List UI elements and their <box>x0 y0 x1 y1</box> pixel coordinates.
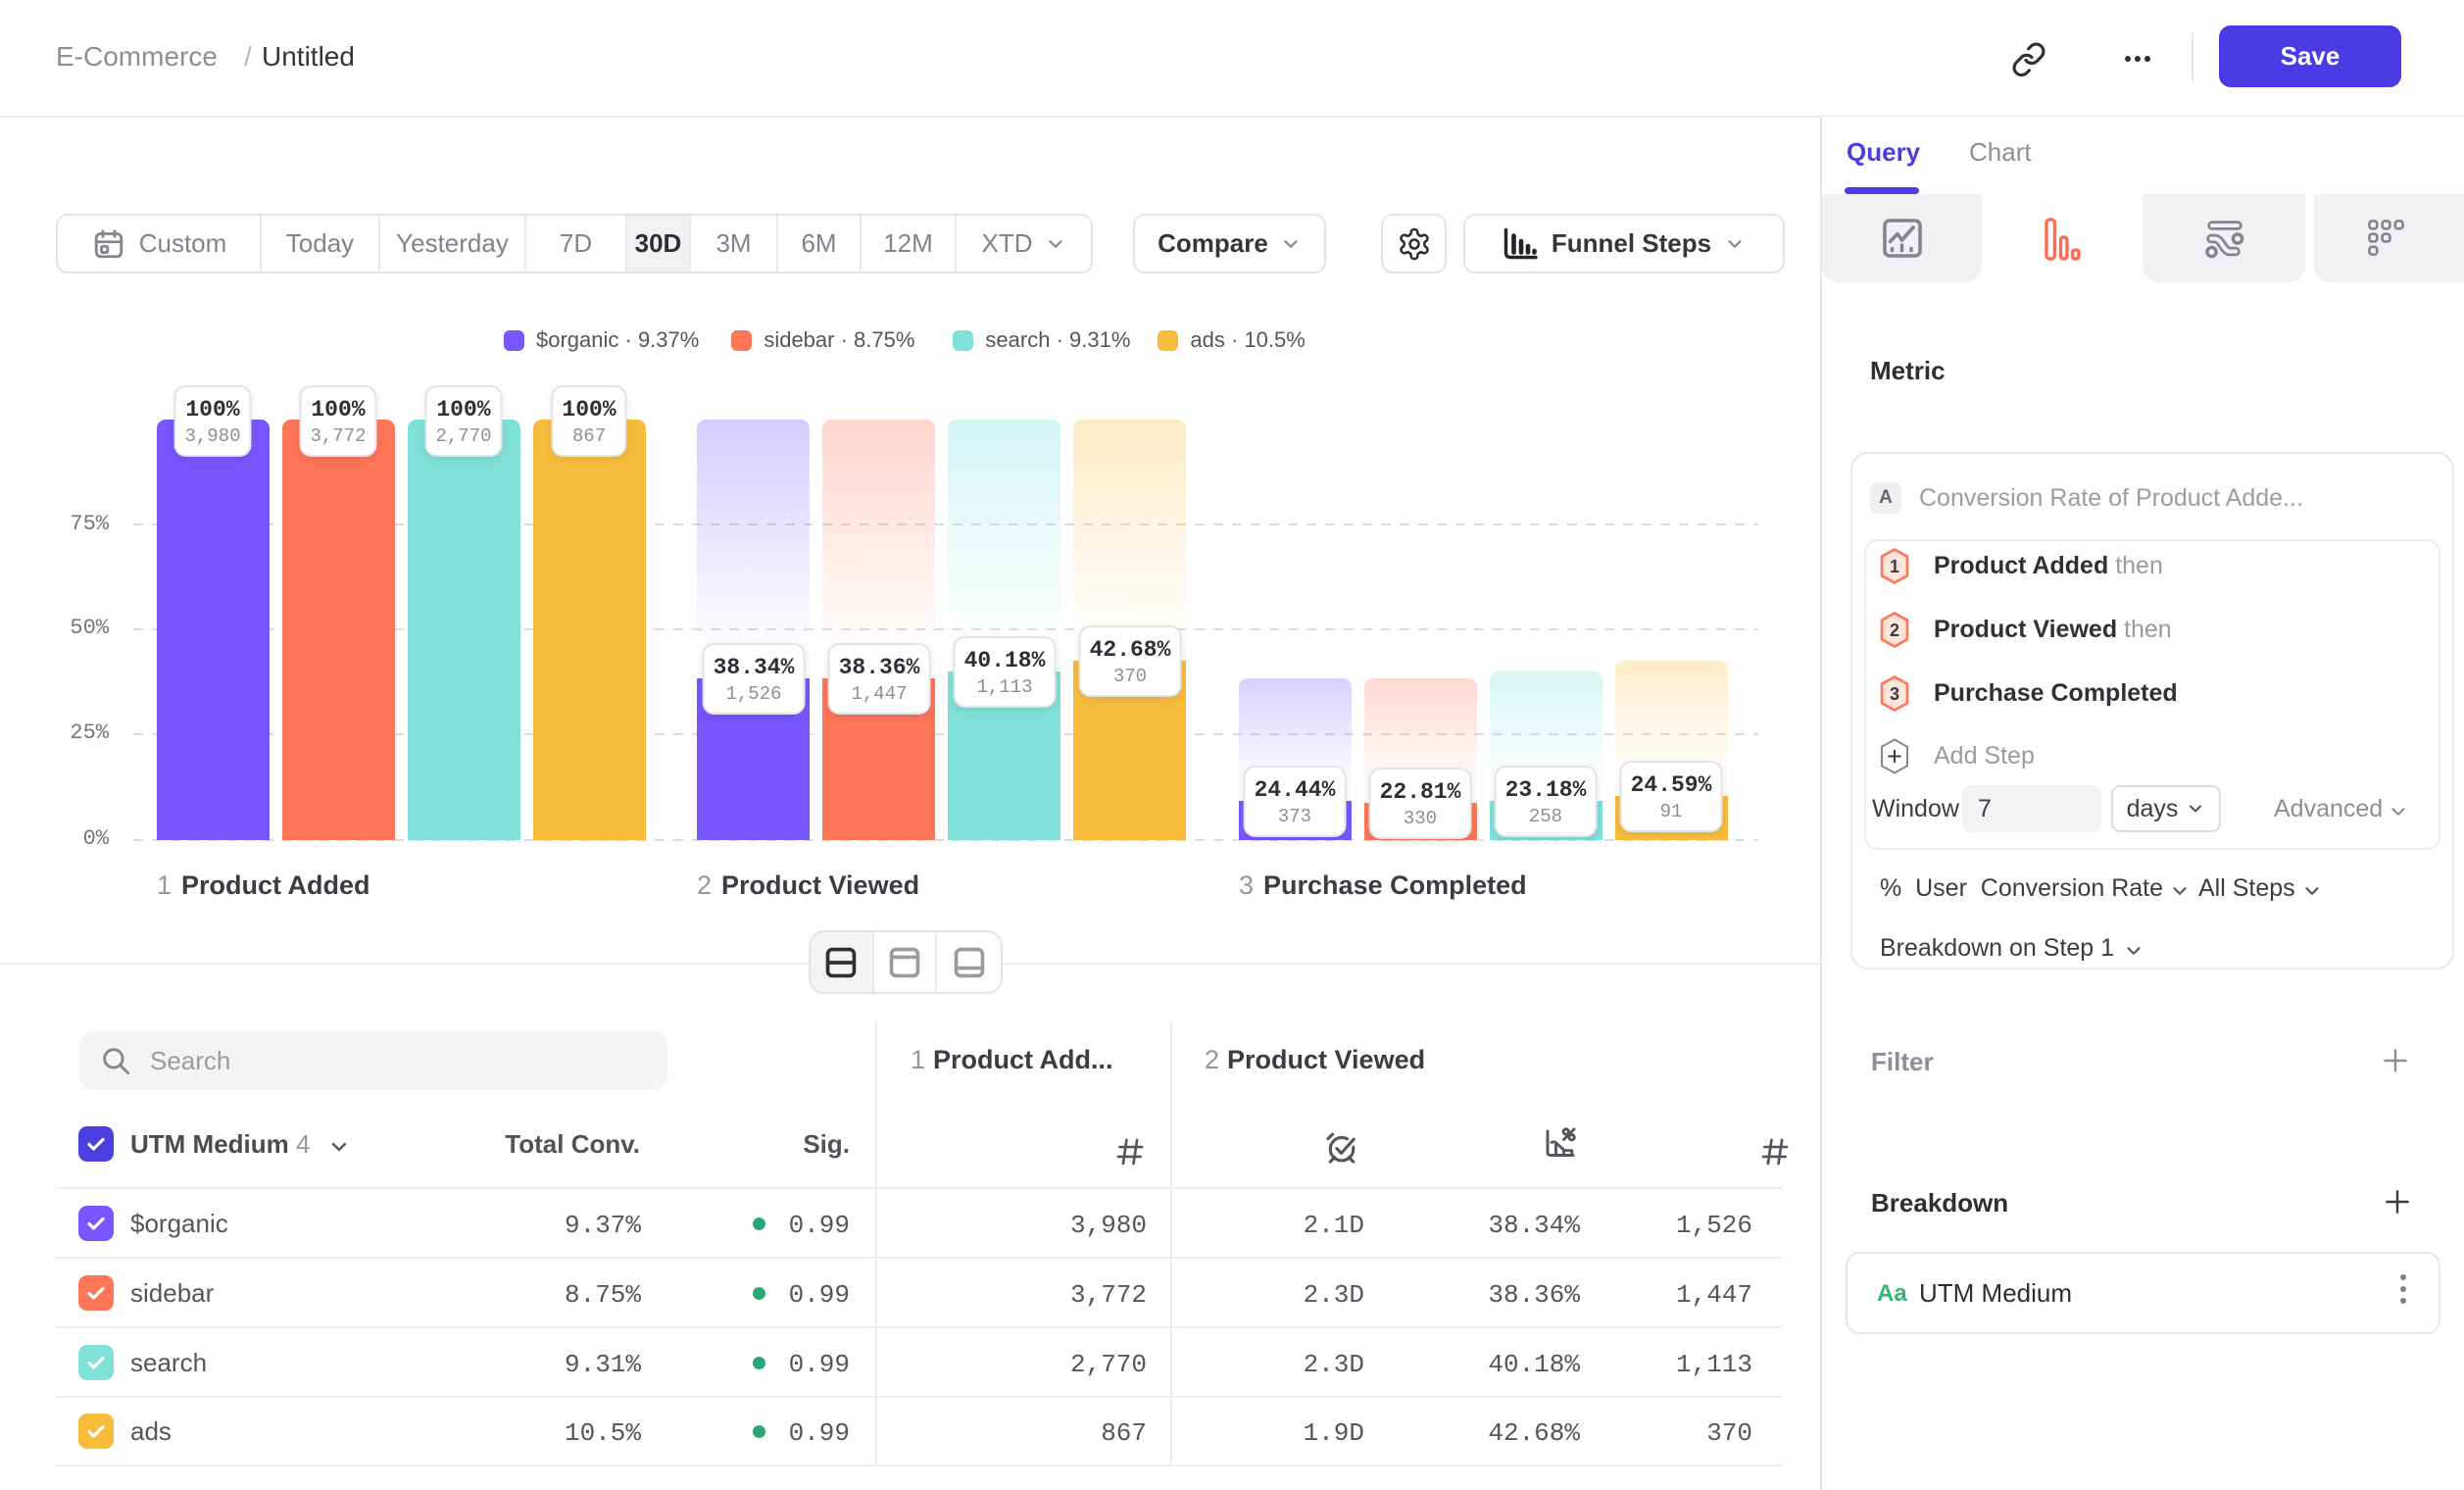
svg-text:3: 3 <box>1890 684 1899 704</box>
svg-text:1: 1 <box>1890 557 1899 576</box>
svg-text:2: 2 <box>1890 621 1899 640</box>
